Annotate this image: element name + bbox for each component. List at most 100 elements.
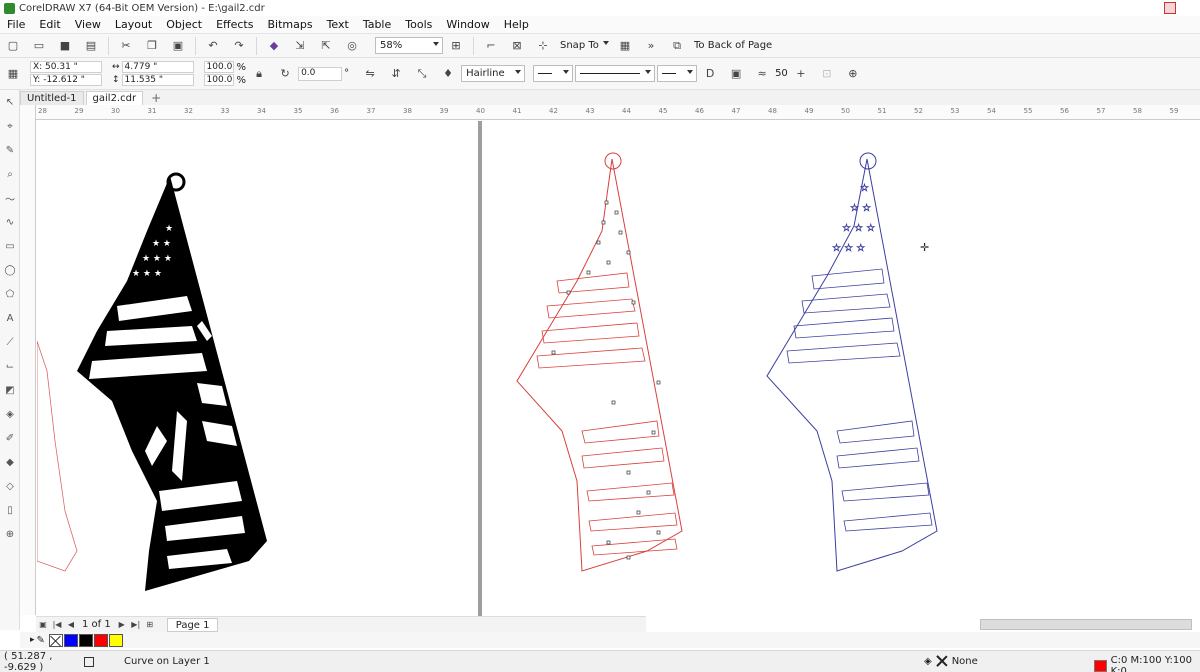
new-document-icon[interactable]: ▢	[4, 37, 22, 55]
to-back-of-page-icon[interactable]: ⧉	[668, 37, 686, 55]
drawing-canvas[interactable]: ★ ★ ★ ★ ★ ★ ★ ★ ★ ☆ ☆ ☆ ☆ ☆ ☆ ☆ ☆ ☆ ✛	[37, 121, 1200, 616]
add-node-icon[interactable]: +	[792, 65, 810, 83]
artistic-media-icon[interactable]: ∿	[0, 210, 20, 234]
search-content-icon[interactable]: ◆	[265, 37, 283, 55]
eyedropper-icon[interactable]: ✎	[37, 635, 45, 646]
menu-object[interactable]: Object	[159, 18, 209, 31]
save-icon[interactable]: ■	[56, 37, 74, 55]
ellipse-tool-icon[interactable]: ◯	[0, 258, 20, 282]
copy-icon[interactable]: ❐	[143, 37, 161, 55]
menu-table[interactable]: Table	[356, 18, 398, 31]
reduce-nodes-icon[interactable]: ⊡	[818, 65, 836, 83]
full-screen-icon[interactable]: ⊞	[447, 37, 465, 55]
flag-drawing-blue-outline[interactable]: ☆ ☆ ☆ ☆ ☆ ☆ ☆ ☆ ☆ ✛	[762, 151, 962, 611]
freehand-tool-icon[interactable]: 〜	[0, 186, 20, 210]
menu-help[interactable]: Help	[497, 18, 536, 31]
smart-fill-icon[interactable]: ◇	[0, 474, 20, 498]
undo-icon[interactable]: ↶	[204, 37, 222, 55]
menu-bitmaps[interactable]: Bitmaps	[260, 18, 319, 31]
cut-icon[interactable]: ✂	[117, 37, 135, 55]
horizontal-ruler[interactable]: 28 29 30 31 32 33 34 35 36 37 38 39 40 41 42 43 44 45 46 47…	[36, 105, 1200, 120]
no-color-swatch[interactable]	[48, 633, 63, 647]
to-back-of-page-button[interactable]: To Back of Page	[694, 40, 772, 51]
rectangle-tool-icon[interactable]: ▭	[0, 234, 20, 258]
snap-to-dropdown[interactable]: Snap To	[556, 37, 612, 54]
close-curve-icon[interactable]: D	[701, 65, 719, 83]
object-origin-icon[interactable]: ▦	[4, 65, 22, 83]
flag-drawing-black[interactable]: ★ ★ ★ ★ ★ ★ ★ ★ ★	[37, 121, 477, 616]
connector-tool-icon[interactable]: ⌙	[0, 354, 20, 378]
menu-effects[interactable]: Effects	[209, 18, 260, 31]
mirror-vertical-icon[interactable]: ⇵	[387, 65, 405, 83]
height-field[interactable]: 11.535 "	[121, 74, 194, 86]
first-page-icon[interactable]: |◀	[50, 620, 64, 629]
export-icon[interactable]: ⇱	[317, 37, 335, 55]
vertical-ruler[interactable]	[20, 105, 36, 615]
color-swatch-blue[interactable]	[63, 633, 78, 647]
x-position-field[interactable]: X: 50.31 "	[30, 61, 102, 73]
menu-text[interactable]: Text	[320, 18, 356, 31]
color-swatch-black[interactable]	[78, 633, 93, 647]
shape-tool-icon[interactable]: ⌖	[0, 114, 20, 138]
wrap-text-icon[interactable]: ▣	[727, 65, 745, 83]
paste-icon[interactable]: ▣	[169, 37, 187, 55]
import-icon[interactable]: ⇲	[291, 37, 309, 55]
publish-pdf-icon[interactable]: ◎	[343, 37, 361, 55]
show-guidelines-icon[interactable]: ⊹	[534, 37, 552, 55]
fill-indicator[interactable]: ◈ None	[924, 655, 978, 667]
drop-shadow-icon[interactable]: ◩	[0, 378, 20, 402]
show-rulers-icon[interactable]: ⌐	[482, 37, 500, 55]
menu-layout[interactable]: Layout	[108, 18, 159, 31]
convert-to-curves-icon[interactable]: ⤡	[413, 65, 431, 83]
window-user-icon[interactable]	[1164, 2, 1176, 14]
y-position-field[interactable]: Y: -12.612 "	[30, 74, 102, 86]
palette-flyout-icon[interactable]: ▸	[30, 635, 35, 645]
document-properties-icon[interactable]: ▣	[36, 620, 50, 629]
add-tool-icon[interactable]: ⊕	[0, 522, 20, 546]
outline-tool-icon[interactable]: ▯	[0, 498, 20, 522]
menu-view[interactable]: View	[68, 18, 108, 31]
menu-edit[interactable]: Edit	[32, 18, 67, 31]
line-style-select[interactable]	[575, 65, 656, 82]
flag-drawing-red-outline[interactable]	[507, 151, 707, 611]
polygon-tool-icon[interactable]: ⬠	[0, 282, 20, 306]
parallel-dimension-icon[interactable]: ⟋	[0, 330, 20, 354]
zoom-tool-icon[interactable]: ⌕	[0, 162, 20, 186]
print-icon[interactable]: ▤	[82, 37, 100, 55]
zoom-level-select[interactable]: 58%	[375, 37, 443, 54]
rotation-field[interactable]: 0.0	[298, 66, 343, 81]
width-field[interactable]: 4.779 "	[121, 61, 194, 73]
add-page-icon[interactable]: ⊞	[143, 620, 157, 629]
color-swatch-red[interactable]	[93, 633, 108, 647]
start-arrowhead-select[interactable]	[533, 65, 574, 82]
scale-x-field[interactable]: 100.0	[203, 61, 234, 73]
outline-width-select[interactable]: Hairline	[461, 65, 526, 82]
color-swatch-yellow[interactable]	[108, 633, 123, 647]
play-icon[interactable]	[84, 656, 94, 667]
more-chevron-icon[interactable]: »	[642, 37, 660, 55]
previous-page-icon[interactable]: ◀	[64, 620, 78, 629]
end-arrowhead-select[interactable]	[657, 65, 698, 82]
page-tab[interactable]: Page 1	[166, 617, 219, 632]
tab-gail2[interactable]: gail2.cdr	[85, 91, 144, 105]
interactive-fill-icon[interactable]: ◆	[0, 450, 20, 474]
crop-tool-icon[interactable]: ✎	[0, 138, 20, 162]
menu-tools[interactable]: Tools	[398, 18, 439, 31]
new-tab-icon[interactable]: +	[145, 91, 167, 105]
smoothing-value[interactable]: 50	[775, 68, 788, 79]
scale-y-field[interactable]: 100.0	[203, 74, 234, 86]
horizontal-scrollbar[interactable]	[980, 619, 1192, 630]
options-icon[interactable]: ▦	[616, 37, 634, 55]
open-folder-icon[interactable]: ▭	[30, 37, 48, 55]
lock-ratio-icon[interactable]: 🔒︎	[250, 65, 268, 83]
outline-pen-icon[interactable]: ♦	[439, 65, 457, 83]
transparency-tool-icon[interactable]: ◈	[0, 402, 20, 426]
outline-indicator[interactable]: C:0 M:100 Y:100 K:0	[1094, 655, 1200, 672]
mirror-horizontal-icon[interactable]: ⇋	[361, 65, 379, 83]
color-eyedropper-icon[interactable]: ✐	[0, 426, 20, 450]
menu-window[interactable]: Window	[439, 18, 496, 31]
tab-untitled-1[interactable]: Untitled-1	[20, 91, 84, 105]
next-page-icon[interactable]: ▶	[115, 620, 129, 629]
last-page-icon[interactable]: ▶|	[129, 620, 143, 629]
redo-icon[interactable]: ↷	[230, 37, 248, 55]
